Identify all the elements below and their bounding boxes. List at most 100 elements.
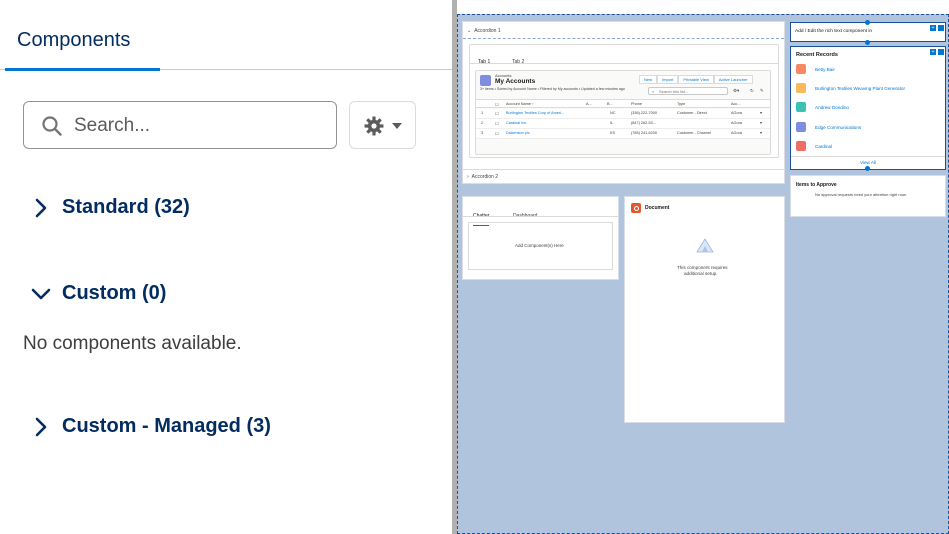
row-phone: (847) 262-53...: [631, 121, 656, 125]
drop-handle-bottom[interactable]: [865, 166, 870, 171]
row-checkbox[interactable]: ☐: [495, 131, 498, 136]
list-search-input[interactable]: ⌕ Search this list...: [648, 87, 728, 95]
accordion-section-2-header[interactable]: › Accordion 2: [467, 174, 498, 180]
accordion-component[interactable]: ⌄ Accordion 1 Tab 1 Tab 2 Accounts My Ac…: [462, 21, 785, 184]
column-type[interactable]: Type: [677, 102, 685, 106]
accounts-icon: [480, 75, 491, 86]
row-number: 3: [481, 131, 484, 135]
record-type-icon: [796, 141, 806, 151]
row-checkbox[interactable]: ☐: [495, 111, 498, 116]
gear-icon: [364, 116, 384, 136]
table-row[interactable]: 2 ☐ Cardinal Inc. IL (847) 262-53... AGo…: [476, 119, 770, 129]
section-standard[interactable]: Standard (32): [30, 196, 190, 219]
account-name-link[interactable]: Dickenson plc: [506, 131, 530, 135]
drop-handle-top[interactable]: [865, 20, 870, 25]
row-action-menu[interactable]: ▾: [760, 130, 762, 135]
rich-text-component[interactable]: Add / Edit the rich text component in +: [790, 20, 946, 45]
setup-illustration-icon: [696, 238, 714, 253]
account-name-link[interactable]: Burlington Textiles Corp of Ameri...: [506, 111, 564, 115]
delete-component-icon[interactable]: [938, 25, 944, 31]
panel-tab-bar: Components: [0, 0, 452, 71]
footer-divider: [791, 156, 945, 157]
recent-records-title: Recent Records: [796, 52, 838, 58]
row-state: IL: [610, 121, 614, 125]
column-a[interactable]: A...: [586, 102, 592, 106]
drop-handle-bottom[interactable]: [865, 40, 870, 45]
tab-dashboard[interactable]: Dashboard: [513, 204, 537, 222]
accordion-section-2-label: Accordion 2: [471, 174, 499, 180]
chevron-down-icon: ⌄: [467, 28, 472, 34]
row-owner: AGora: [731, 131, 742, 135]
refresh-icon[interactable]: ↻: [750, 88, 754, 94]
list-search-placeholder: Search this list...: [659, 89, 689, 94]
list-view-card: Accounts My Accounts 3+ items • Sorted b…: [475, 70, 771, 155]
row-action-menu[interactable]: ▾: [760, 110, 762, 115]
recent-record-link[interactable]: Edge Communications: [815, 125, 861, 130]
column-phone[interactable]: Phone: [631, 102, 642, 106]
tab-2[interactable]: Tab 2: [512, 50, 524, 68]
document-message-line1: This component requires: [677, 265, 728, 270]
tab-1-label: Tab 1: [478, 59, 491, 65]
list-view-actions: New Import Printable View Active Launche…: [639, 75, 753, 84]
add-component-icon[interactable]: +: [930, 49, 936, 55]
recent-record-item[interactable]: Betty Bair: [796, 64, 835, 74]
record-type-icon: [796, 102, 806, 112]
active-launcher-button[interactable]: Active Launcher: [713, 75, 753, 84]
gear-icon[interactable]: ⚙▾: [733, 88, 739, 94]
tab-1[interactable]: Tab 1: [478, 50, 491, 72]
recent-record-link[interactable]: Cardinal: [815, 144, 832, 149]
account-name-link[interactable]: Cardinal Inc.: [506, 121, 527, 125]
record-type-icon: [796, 83, 806, 93]
table-row[interactable]: 1 ☐ Burlington Textiles Corp of Ameri...…: [476, 109, 770, 119]
items-to-approve-component[interactable]: Items to Approve No approval requests ne…: [790, 175, 946, 217]
settings-menu-button[interactable]: [349, 101, 416, 149]
new-button[interactable]: New: [639, 75, 658, 84]
row-owner: AGora: [731, 121, 742, 125]
accordion-section-1-label: Accordion 1: [474, 28, 501, 34]
add-component-icon[interactable]: +: [930, 25, 936, 31]
empty-components-message: No components available.: [23, 333, 242, 354]
edit-icon[interactable]: ✎: [760, 88, 764, 94]
column-b[interactable]: B...: [607, 102, 613, 106]
row-owner: AGora: [731, 111, 742, 115]
tabs-component: Tab 1 Tab 2 Accounts My Accounts 3+ item…: [469, 44, 779, 158]
section-custom-managed[interactable]: Custom - Managed (3): [30, 415, 271, 438]
section-custom[interactable]: Custom (0): [30, 282, 166, 305]
column-owner[interactable]: Acc...: [731, 102, 741, 106]
column-account-name[interactable]: Account Name ↑: [506, 102, 534, 106]
view-all-link[interactable]: View All: [860, 160, 876, 165]
recent-record-item[interactable]: Cardinal: [796, 141, 832, 151]
items-to-approve-title: Items to Approve: [796, 182, 837, 188]
items-to-approve-message: No approval requests need your attention…: [815, 192, 907, 197]
canvas-header-strip: [457, 0, 949, 14]
printable-view-button[interactable]: Printable View: [678, 75, 714, 84]
row-action-menu[interactable]: ▾: [760, 120, 762, 125]
recent-record-link[interactable]: Andrew Dondino: [815, 105, 849, 110]
tab-components[interactable]: Components: [5, 0, 160, 71]
table-row[interactable]: 3 ☐ Dickenson plc KS (785) 241-6200 Cust…: [476, 129, 770, 139]
record-type-icon: [796, 64, 806, 74]
chevron-right-icon: ›: [467, 174, 469, 180]
recent-records-component[interactable]: Recent Records + Betty Bair Burlington T…: [790, 46, 946, 171]
tab-components-label: Components: [17, 29, 131, 51]
chatter-tabs-component[interactable]: Chatter Dashboard Add Component(s) Here: [462, 196, 619, 280]
recent-record-item[interactable]: Andrew Dondino: [796, 102, 849, 112]
recent-record-link[interactable]: Burlington Textiles Weaving Plant Genera…: [815, 86, 905, 91]
section-custom-label: Custom (0): [62, 282, 167, 304]
row-state: NC: [610, 111, 616, 115]
recent-record-link[interactable]: Betty Bair: [815, 67, 835, 72]
accordion-section-1-header[interactable]: ⌄ Accordion 1: [467, 28, 501, 34]
import-button[interactable]: Import: [657, 75, 679, 84]
document-component[interactable]: Document This component requires additio…: [624, 196, 785, 423]
component-drop-zone[interactable]: Add Component(s) Here: [468, 222, 613, 270]
row-checkbox[interactable]: ☐: [495, 121, 498, 126]
search-icon: ⌕: [652, 88, 655, 94]
chevron-right-icon: [35, 417, 47, 436]
search-input[interactable]: [74, 112, 324, 140]
document-title: Document: [645, 205, 670, 211]
delete-component-icon[interactable]: [938, 49, 944, 55]
recent-record-item[interactable]: Burlington Textiles Weaving Plant Genera…: [796, 83, 905, 93]
component-search-box[interactable]: [23, 101, 337, 149]
recent-record-item[interactable]: Edge Communications: [796, 122, 861, 132]
document-message-line2: additional setup.: [684, 271, 718, 276]
